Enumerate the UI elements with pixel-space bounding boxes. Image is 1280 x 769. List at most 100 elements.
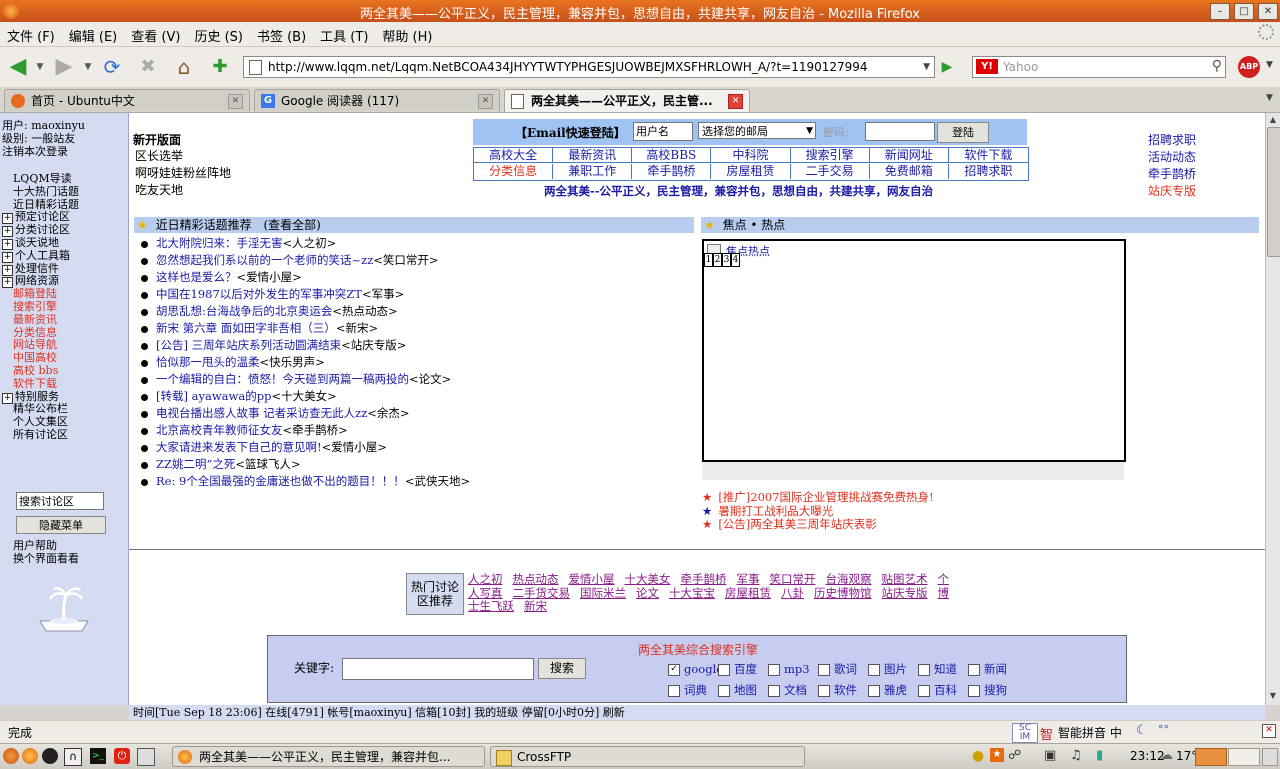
hot-board-link[interactable]: 论文: [636, 586, 659, 600]
topic-item[interactable]: 北京高校青年教师征女友<牵手鹊桥>: [141, 422, 348, 438]
back-history-dropdown[interactable]: ▼: [34, 55, 46, 79]
shutdown-icon[interactable]: ⏻: [114, 748, 130, 764]
login-button[interactable]: 登陆: [937, 122, 989, 143]
engine-checkbox[interactable]: [768, 685, 780, 697]
topic-item[interactable]: 大家请进来发表下自己的意见啊!<爱情小屋>: [141, 439, 387, 455]
qq-launcher-icon[interactable]: [42, 748, 58, 764]
engine-checkbox[interactable]: [718, 685, 730, 697]
network-icon[interactable]: ☍: [1008, 748, 1021, 763]
topic-item[interactable]: [公告] 三周年站庆系列活动圆满结束<站庆专版>: [141, 337, 406, 353]
hide-menu-button[interactable]: 隐藏菜单: [16, 516, 106, 534]
hot-board-link[interactable]: 热点动态: [513, 572, 559, 586]
hot-board-link[interactable]: 房屋租赁: [725, 586, 771, 600]
topic-board[interactable]: <快乐男声>: [260, 355, 325, 369]
mailbox-select[interactable]: 选择您的邮局 ▼: [698, 122, 816, 139]
hot-board-link[interactable]: 爱情小屋: [569, 572, 615, 586]
topic-title[interactable]: 一个编辑的自白：愤怒！今天碰到两篇一稿两投的: [156, 372, 409, 386]
menu-help[interactable]: 帮助 (H): [375, 22, 439, 45]
url-dropdown-icon[interactable]: ▼: [923, 57, 930, 77]
new-board-link[interactable]: 吃友天地: [135, 181, 183, 198]
topic-board[interactable]: <爱情小屋>: [322, 440, 387, 454]
right-link[interactable]: 活动动态: [1148, 148, 1196, 165]
scroll-thumb[interactable]: [1267, 127, 1280, 257]
search-field[interactable]: Y! Yahoo ⚲: [972, 56, 1226, 78]
tab-ubuntu[interactable]: 首页 - Ubuntu中文 ✕: [4, 89, 250, 111]
menu-history[interactable]: 历史 (S): [187, 22, 250, 45]
search-submit-button[interactable]: 搜索: [538, 658, 586, 679]
topic-item[interactable]: 新宋 第六章 面如田字非吾相（三）<新宋>: [141, 320, 378, 336]
quick-link[interactable]: 最新资讯: [553, 148, 633, 163]
adblock-icon[interactable]: ABP: [1238, 56, 1260, 78]
close-window-button[interactable]: ✕: [1258, 3, 1278, 20]
new-board-link[interactable]: 区长选举: [135, 147, 183, 164]
maximize-button[interactable]: □: [1234, 3, 1254, 20]
topic-item[interactable]: 电视台播出感人故事 记者采访查无此人zz<余杰>: [141, 405, 410, 421]
quick-link[interactable]: 招聘求职: [949, 164, 1028, 179]
search-board-input[interactable]: 搜索讨论区: [16, 492, 104, 510]
menu-file[interactable]: 文件 (F): [0, 22, 62, 45]
hot-board-link[interactable]: 牵手鹊桥: [681, 572, 727, 586]
close-tab-icon[interactable]: ✕: [478, 94, 493, 109]
engine-option[interactable]: 地图: [718, 682, 768, 698]
trash-icon[interactable]: [1262, 748, 1278, 766]
engine-option[interactable]: 图片: [868, 661, 918, 677]
focus-page-button[interactable]: 2: [713, 253, 722, 267]
expand-icon[interactable]: +: [2, 392, 13, 404]
focus-page-button[interactable]: 1: [704, 253, 713, 267]
focus-image-box[interactable]: 焦点热点 1234: [702, 239, 1126, 462]
topic-title[interactable]: 胡思乱想:台海战争后的北京奥运会: [156, 304, 332, 318]
tab-list-dropdown-icon[interactable]: ▼: [1266, 93, 1273, 103]
engine-option[interactable]: 百度: [718, 661, 768, 677]
engine-checkbox[interactable]: [918, 664, 930, 676]
announcement-item[interactable]: ★ [公告]两全其美三周年站庆表彰: [702, 516, 877, 532]
engine-checkbox[interactable]: [868, 664, 880, 676]
engine-checkbox[interactable]: [968, 685, 980, 697]
quick-link[interactable]: 房屋租赁: [711, 164, 791, 179]
hot-board-link[interactable]: 历史博物馆: [814, 586, 872, 600]
username-input[interactable]: 用户名: [633, 122, 693, 141]
hot-board-link[interactable]: 人之初: [468, 572, 503, 586]
topic-board[interactable]: <爱情小屋>: [237, 270, 302, 284]
topic-board[interactable]: <武侠天地>: [405, 474, 470, 488]
engine-option[interactable]: 歌词: [818, 661, 868, 677]
topic-title[interactable]: [转载] ayawawa的pp: [156, 389, 271, 403]
hot-board-link[interactable]: 国际米兰: [580, 586, 626, 600]
ime-moon-icon[interactable]: ☾: [1136, 723, 1148, 738]
topic-item[interactable]: 胡思乱想:台海战争后的北京奥运会<热点动态>: [141, 303, 398, 319]
quick-link[interactable]: 高校大全: [474, 148, 554, 163]
topic-title[interactable]: 中国在1987以后对外发生的军事冲突ZT: [156, 287, 362, 301]
engine-option[interactable]: 百科: [918, 682, 968, 698]
ime-scim-icon[interactable]: SC IM: [1012, 723, 1038, 743]
engine-option[interactable]: ✓ google: [668, 662, 723, 676]
topic-board[interactable]: <论文>: [409, 372, 451, 386]
engine-checkbox[interactable]: [918, 685, 930, 697]
engine-option[interactable]: 文档: [768, 682, 818, 698]
tab-google-reader[interactable]: G Google 阅读器 (117) ✕: [254, 89, 500, 111]
engine-option[interactable]: 搜狗: [968, 682, 1018, 698]
taskbar-window-crossftp[interactable]: CrossFTP: [490, 746, 805, 767]
topic-title[interactable]: [公告] 三周年站庆系列活动圆满结束: [156, 338, 341, 352]
focus-page-button[interactable]: 4: [731, 253, 740, 267]
scroll-up-icon[interactable]: ▲: [1267, 114, 1279, 126]
menu-view[interactable]: 查看 (V): [124, 22, 187, 45]
url-bar[interactable]: http://www.lqqm.net/Lqqm.NetBCOA434JHYYT…: [243, 56, 935, 78]
engine-option[interactable]: 新闻: [968, 661, 1018, 677]
quick-link[interactable]: 分类信息: [474, 164, 554, 179]
weather-icon[interactable]: ☁: [1160, 748, 1173, 763]
topic-board[interactable]: <牵手鹊桥>: [283, 423, 348, 437]
go-button[interactable]: ▶: [937, 55, 957, 79]
engine-checkbox[interactable]: [868, 685, 880, 697]
left-nav-item[interactable]: 所有讨论区: [13, 426, 68, 442]
expand-icon[interactable]: +: [2, 277, 13, 289]
hot-board-link[interactable]: 笑口常开: [770, 572, 816, 586]
topic-item[interactable]: 一个编辑的自白：愤怒！今天碰到两篇一稿两投的<论文>: [141, 371, 451, 387]
engine-checkbox[interactable]: [818, 664, 830, 676]
hot-board-link[interactable]: 十大美女: [625, 572, 671, 586]
yahoo-engine-icon[interactable]: Y!: [976, 59, 998, 74]
menu-tools[interactable]: 工具 (T): [313, 22, 375, 45]
topic-board[interactable]: <新宋>: [336, 321, 378, 335]
status-close-icon[interactable]: ✕: [1262, 724, 1276, 738]
engine-checkbox[interactable]: [968, 664, 980, 676]
vertical-scrollbar[interactable]: ▲ ▼: [1265, 113, 1280, 705]
topic-board[interactable]: <篮球飞人>: [235, 457, 300, 471]
